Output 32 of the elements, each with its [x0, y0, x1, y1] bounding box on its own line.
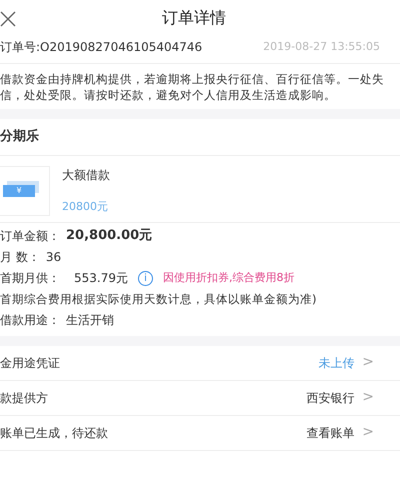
detail-value: 553.79元: [74, 270, 128, 288]
detail-value: 36: [46, 249, 62, 266]
detail-value: 20,800.00元: [66, 227, 152, 246]
product-thumbnail: ¥: [0, 166, 50, 216]
notice-text: 借款资金由持牌机构提供，若逾期将上报央行征信、百行征信等。一处失信，处处受限。请按时还款，避免对个人信用及生活造成影响。: [0, 71, 385, 104]
list-row[interactable]: 账单已生成，待还款 查看账单 >: [0, 416, 400, 451]
detail-note: 首期综合费用根据实际使用天数计息，具体以账单金额为准): [0, 292, 316, 306]
list-row[interactable]: 款提供方 西安银行 >: [0, 380, 400, 416]
order-time: 2019-08-27 13:55:05: [263, 38, 380, 55]
chevron-icon: >: [362, 422, 374, 444]
info-icon[interactable]: i: [138, 270, 153, 286]
detail-label: 订单金额：: [0, 228, 60, 246]
row-label: 账单已生成，待还款: [0, 424, 108, 442]
list-row[interactable]: 金用途凭证 未上传 >: [0, 346, 400, 381]
row-label: 金用途凭证: [0, 354, 60, 372]
row-value: 未上传: [318, 354, 354, 372]
detail-label: 借款用途：: [0, 312, 60, 330]
page-title: 订单详情: [162, 7, 226, 29]
chevron-icon: >: [362, 387, 374, 408]
row-value: 查看账单: [306, 424, 354, 442]
chevron-icon: >: [362, 352, 374, 374]
detail-label: 首期月供：: [0, 270, 60, 288]
order-number: 订单号:O20190827046105404746: [0, 39, 202, 56]
product-amount: 20800元: [62, 199, 109, 216]
merchant-name: 分期乐: [0, 119, 400, 156]
row-value: 西安银行: [306, 390, 354, 407]
discount-note: 因使用折扣券,综合费用8折: [163, 270, 294, 286]
detail-value: 生活开销: [66, 312, 114, 330]
product-name: 大额借款: [62, 166, 110, 184]
row-label: 款提供方: [0, 390, 48, 407]
close-button[interactable]: [0, 9, 16, 25]
detail-label: 月 数：: [0, 249, 40, 266]
